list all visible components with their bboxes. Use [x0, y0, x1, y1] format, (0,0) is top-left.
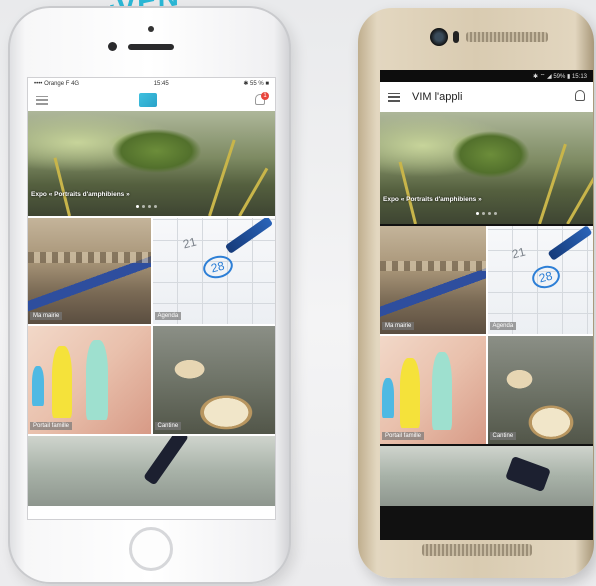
app-header: 1	[28, 89, 275, 111]
carrier-text: •••• Orange F 4G	[34, 80, 80, 87]
bottom-speaker-grille	[422, 544, 532, 556]
hamburger-menu-icon[interactable]	[388, 92, 400, 102]
tile-bottom-partial[interactable]	[28, 436, 275, 506]
iphone-screen: •••• Orange F 4G 15:45 ✱ 55 % ■ 1 Expo «…	[27, 77, 276, 520]
tile-portail-famille[interactable]: Portail famille	[28, 326, 151, 434]
hamburger-menu-icon[interactable]	[36, 95, 48, 105]
iphone-device: •••• Orange F 4G 15:45 ✱ 55 % ■ 1 Expo «…	[8, 6, 291, 584]
notification-badge: 1	[261, 92, 269, 100]
blue-figure	[32, 366, 44, 406]
calendar-day-21: 21	[181, 234, 198, 252]
smartphone-in-hand-image	[505, 455, 551, 493]
tile-label: Ma mairie	[30, 312, 63, 320]
carousel-dots[interactable]	[136, 205, 157, 208]
tile-label: Ma mairie	[382, 322, 415, 330]
proximity-sensor	[148, 26, 154, 32]
mint-figure	[86, 340, 108, 420]
calendar-day-21: 21	[510, 244, 527, 262]
tile-ma-mairie[interactable]: Ma mairie	[380, 226, 486, 334]
tile-bottom-partial[interactable]	[380, 446, 593, 506]
yellow-figure	[400, 358, 420, 428]
status-icons-text: ✱ ⌔ ◢ 59% ▮ 15:13	[533, 74, 587, 80]
tile-agenda[interactable]: 21 28 Agenda	[487, 226, 593, 334]
top-speaker-grille	[466, 32, 548, 42]
tile-label: Portail famille	[30, 422, 73, 430]
tile-grid: Ma mairie 21 28 Agenda Portail famille C…	[380, 226, 593, 444]
tile-cantine[interactable]: Cantine	[152, 326, 275, 434]
clock-text: 15:45	[153, 80, 169, 87]
android-screen: ✱ ⌔ ◢ 59% ▮ 15:13 VIM l'appli Expo « Por…	[380, 70, 593, 540]
tile-label: Portail famille	[382, 432, 425, 440]
android-device: ✱ ⌔ ◢ 59% ▮ 15:13 VIM l'appli Expo « Por…	[358, 8, 594, 578]
android-status-bar: ✱ ⌔ ◢ 59% ▮ 15:13	[380, 70, 593, 82]
tile-ma-mairie[interactable]: Ma mairie	[28, 218, 151, 324]
sensor	[453, 31, 459, 43]
front-camera	[108, 42, 117, 51]
blue-figure	[382, 378, 394, 418]
front-camera	[430, 28, 448, 46]
tile-label: Cantine	[489, 432, 517, 440]
tile-portail-famille[interactable]: Portail famille	[380, 336, 486, 444]
pen-icon	[224, 218, 273, 255]
mint-figure	[432, 352, 452, 430]
tile-grid: Ma mairie 21 28 Agenda Portail famille C…	[28, 218, 275, 434]
tile-label: Agenda	[154, 312, 182, 320]
carousel-dots[interactable]	[476, 212, 497, 215]
yellow-figure	[52, 346, 72, 418]
tile-cantine[interactable]: Cantine	[487, 336, 593, 444]
hero-carousel[interactable]: Expo « Portraits d'amphibiens »	[380, 112, 593, 224]
smartphone-in-hand-image	[143, 436, 189, 486]
hero-caption: Expo « Portraits d'amphibiens »	[31, 191, 130, 198]
tile-label: Cantine	[154, 422, 182, 430]
hero-caption: Expo « Portraits d'amphibiens »	[383, 196, 482, 203]
calendar-day-28: 28	[209, 258, 226, 276]
tile-agenda[interactable]: 21 28 Agenda	[152, 218, 275, 324]
app-logo-icon[interactable]	[139, 93, 157, 107]
notification-bell-icon[interactable]	[575, 90, 585, 101]
battery-text: ✱ 55 % ■	[243, 81, 269, 87]
tile-label: Agenda	[489, 322, 517, 330]
pen-icon	[546, 226, 593, 261]
ios-status-bar: •••• Orange F 4G 15:45 ✱ 55 % ■	[28, 78, 275, 89]
earpiece-speaker	[128, 44, 174, 50]
app-title: VIM l'appli	[412, 91, 463, 103]
home-button[interactable]	[129, 527, 173, 571]
app-header: VIM l'appli	[380, 82, 593, 112]
hero-carousel[interactable]: Expo « Portraits d'amphibiens »	[28, 111, 275, 216]
calendar-day-28: 28	[537, 268, 554, 286]
